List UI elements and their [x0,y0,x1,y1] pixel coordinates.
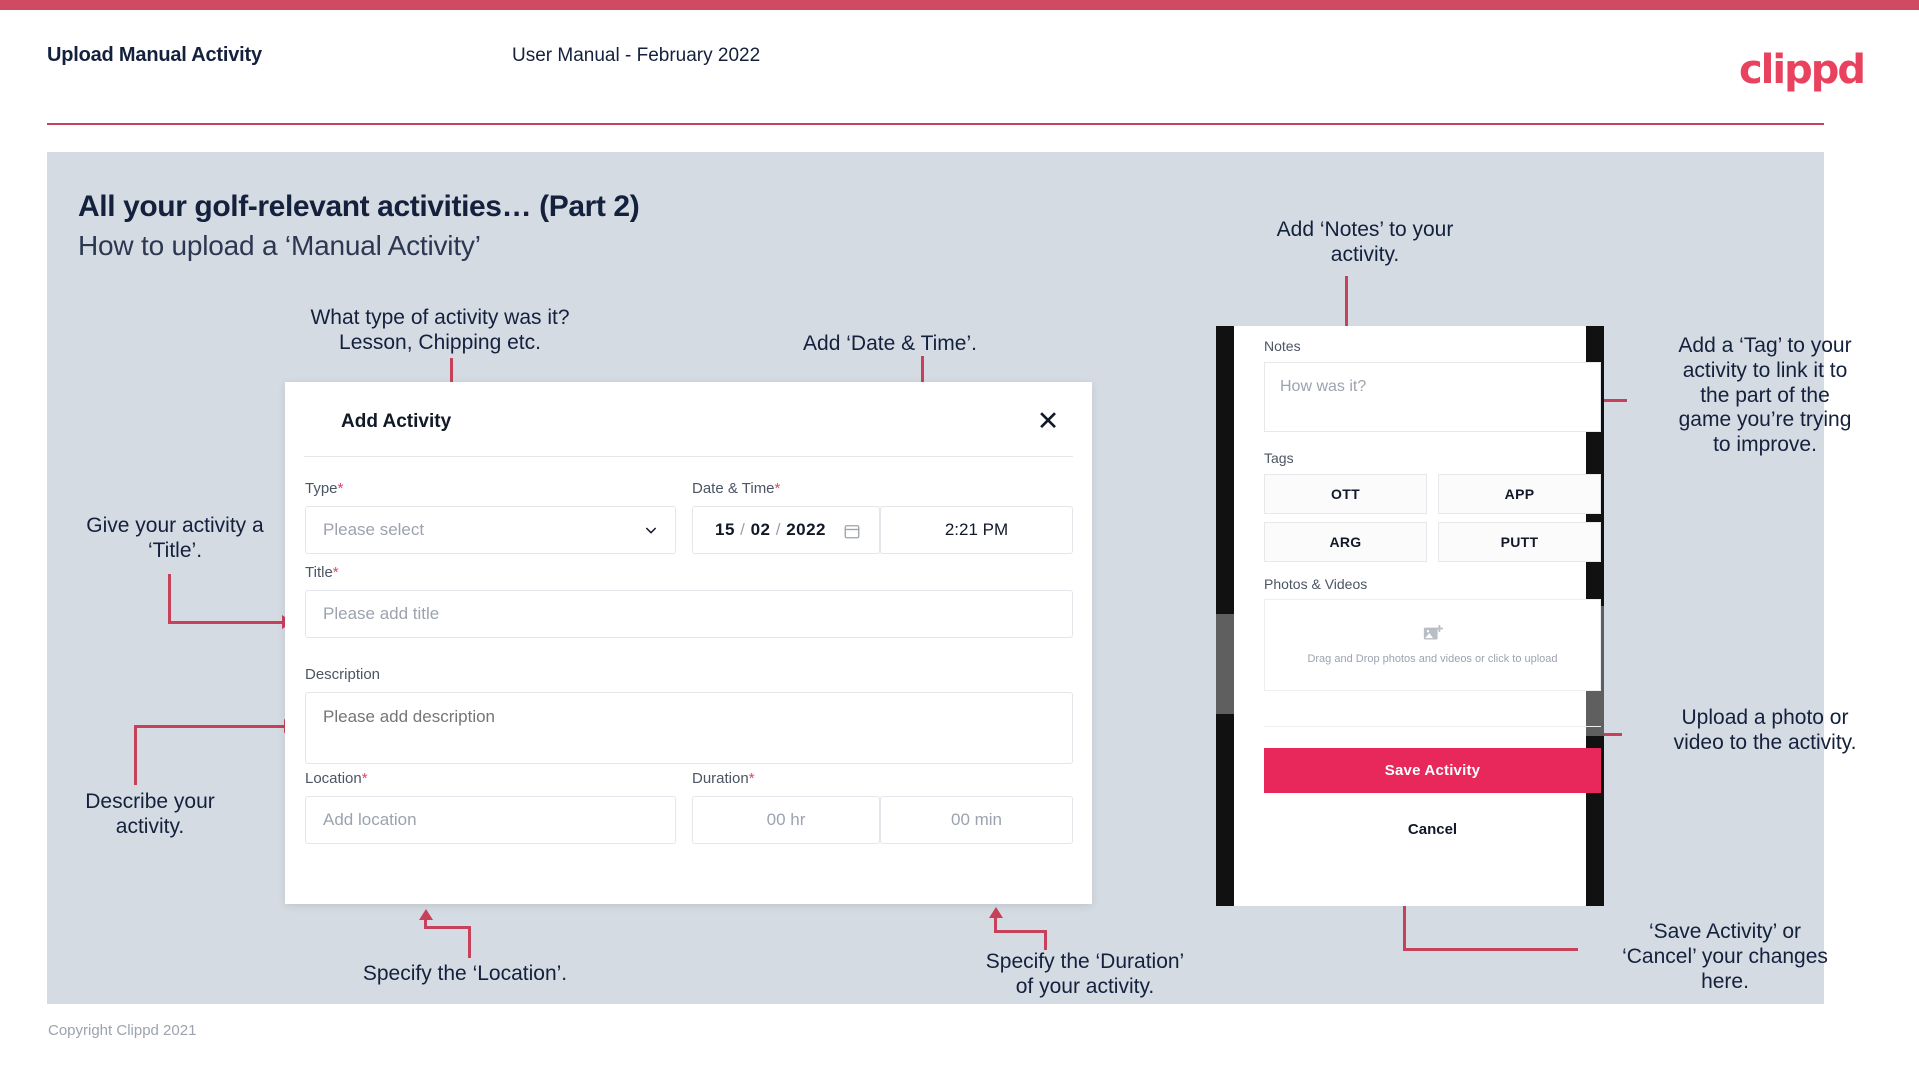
clippd-logo: clippd [1738,47,1866,93]
notes-placeholder: How was it? [1280,378,1367,395]
location-label: Location* [305,770,368,787]
title-label: Title* [305,564,339,581]
tag-button-putt[interactable]: PUTT [1438,522,1601,562]
tag-button-ott[interactable]: OTT [1264,474,1427,514]
connector-notes-v1 [1345,276,1348,332]
title-placeholder: Please add title [323,604,440,623]
type-select[interactable]: Please select [305,506,676,554]
type-placeholder: Please select [323,520,425,539]
add-image-icon [1423,624,1443,640]
location-input[interactable]: Add location [305,796,676,844]
annotation-tags: Add a ‘Tag’ to your activity to link it … [1678,334,1852,457]
photos-videos-label: Photos & Videos [1264,576,1368,592]
annotation-title: Give your activity a ‘Title’. [86,514,264,562]
duration-hours-input[interactable]: 00 hr [692,796,880,844]
date-input[interactable]: 15 / 02 / 2022 [692,506,880,554]
footer-copyright: Copyright Clippd 2021 [48,1022,197,1039]
connector-loc-h [424,926,471,929]
arrow-location [419,909,433,920]
save-activity-button[interactable]: Save Activity [1264,748,1601,793]
location-placeholder: Add location [323,810,417,829]
annotation-save: ‘Save Activity’ or ‘Cancel’ your changes… [1622,920,1828,993]
type-label: Type* [305,480,344,497]
time-input[interactable]: 2:21 PM [880,506,1073,554]
cancel-button[interactable]: Cancel [1264,821,1601,838]
annotation-notes: Add ‘Notes’ to your activity. [1276,218,1454,266]
add-activity-dialog: Add Activity ✕ Type* Please select Date … [285,382,1092,904]
connector-dur-h [994,930,1047,933]
connector-loc-v2 [468,926,471,958]
annotation-type: What type of activity was it? Lesson, Ch… [310,306,570,354]
duration-label: Duration* [692,770,755,787]
annotation-datetime: Add ‘Date & Time’. [803,332,977,355]
close-icon[interactable]: ✕ [1031,404,1065,438]
description-textarea[interactable] [305,692,1073,764]
required-marker-type: * [337,480,344,497]
photo-video-dropzone[interactable]: Drag and Drop photos and videos or click… [1264,599,1601,691]
connector-title-h [168,621,284,624]
phone-mockup: Notes How was it? Tags OTT APP ARG PUTT … [1216,326,1604,906]
duration-minutes-placeholder: 00 min [950,810,1003,829]
phone-divider [1264,726,1601,727]
header-divider [47,123,1824,125]
tag-button-app[interactable]: APP [1438,474,1601,514]
description-label: Description [305,666,381,683]
required-marker-title: * [332,564,339,581]
chevron-down-icon [645,527,657,534]
calendar-icon[interactable] [843,522,861,540]
datetime-label: Date & Time* [692,480,781,497]
required-marker-datetime: * [774,480,781,497]
dialog-title: Add Activity [341,411,452,432]
duration-hours-placeholder: 00 hr [766,810,806,829]
phone-screen: Notes How was it? Tags OTT APP ARG PUTT … [1234,326,1601,906]
title-input[interactable]: Please add title [305,590,1073,638]
header-subtitle: User Manual - February 2022 [512,45,761,66]
connector-dur-v2 [1044,930,1047,950]
duration-minutes-input[interactable]: 00 min [880,796,1073,844]
annotation-duration: Specify the ‘Duration’ of your activity. [985,950,1185,998]
time-value: 2:21 PM [944,520,1009,539]
connector-save-h [1403,948,1578,951]
date-value: 15 / 02 / 2022 [715,520,827,539]
required-marker-location: * [361,770,368,787]
annotation-upload: Upload a photo or video to the activity. [1673,706,1857,754]
slide-page: Upload Manual Activity User Manual - Feb… [0,0,1919,1079]
connector-dur-v1 [994,918,997,932]
tags-label: Tags [1264,450,1294,466]
dialog-divider [304,456,1073,457]
connector-desc-h [134,725,286,728]
phone-volume-button [1216,614,1234,714]
connector-loc-v1 [424,920,427,928]
notes-label: Notes [1264,338,1301,354]
top-accent-bar [0,0,1919,10]
slide-heading: All your golf-relevant activities… (Part… [78,190,640,223]
annotation-location: Specify the ‘Location’. [362,962,568,985]
page-title: Upload Manual Activity [47,44,262,66]
notes-input[interactable]: How was it? [1264,362,1601,432]
tag-button-arg[interactable]: ARG [1264,522,1427,562]
arrow-duration [989,907,1003,918]
connector-title-v [168,574,171,624]
dropzone-text: Drag and Drop photos and videos or click… [1307,652,1558,665]
annotation-description: Describe your activity. [85,790,215,838]
connector-desc-v [134,725,137,785]
slide-subheading: How to upload a ‘Manual Activity’ [78,230,481,261]
required-marker-duration: * [748,770,755,787]
